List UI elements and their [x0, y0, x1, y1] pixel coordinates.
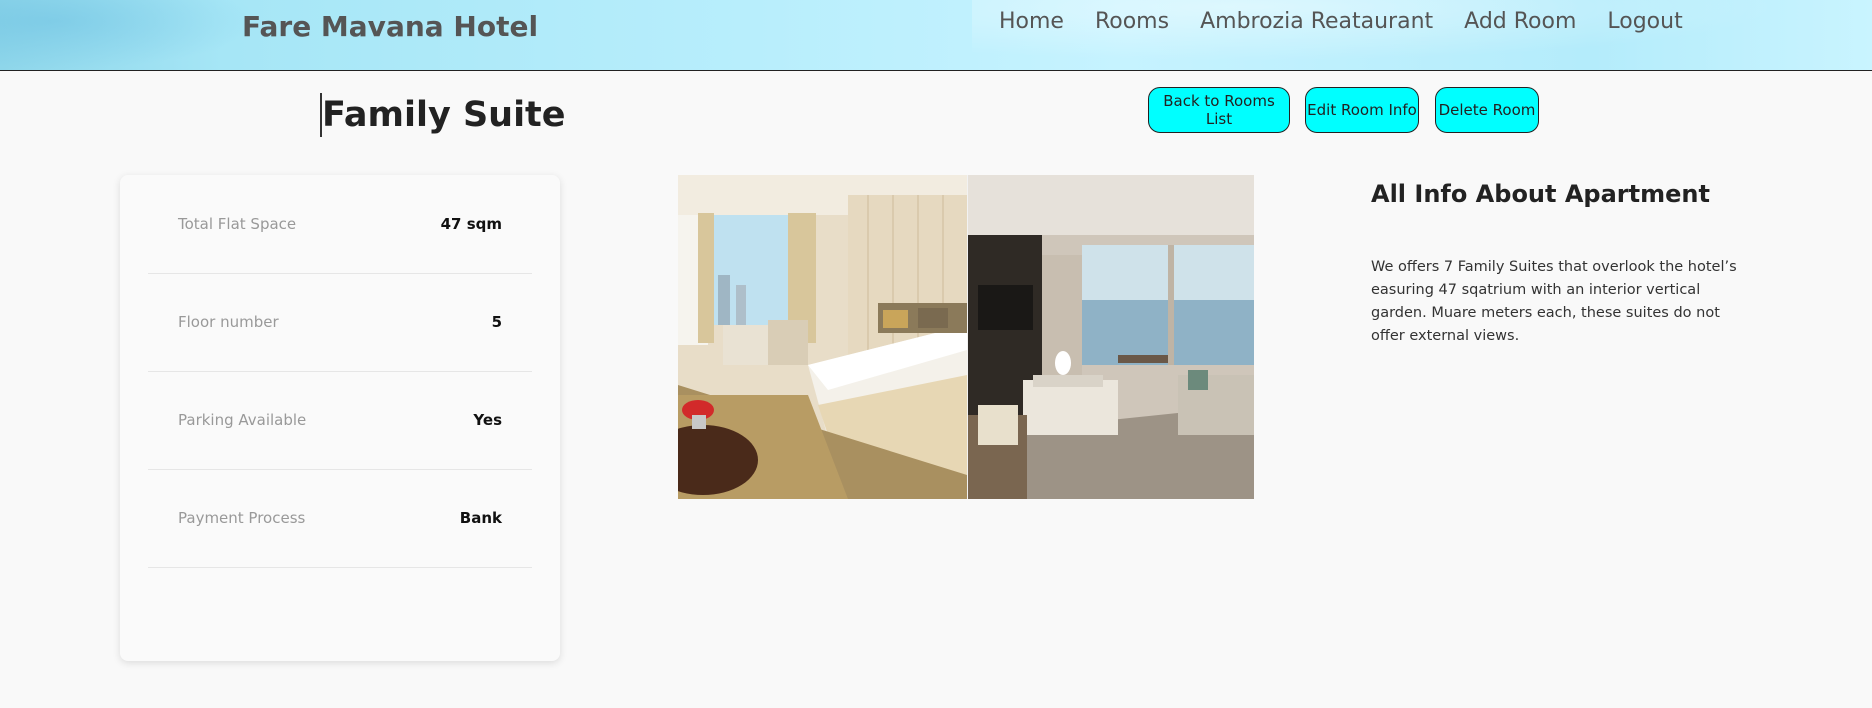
delete-room-button[interactable]: Delete Room	[1435, 87, 1539, 133]
detail-value: Bank	[459, 509, 502, 527]
detail-row: Payment Process Bank	[148, 469, 532, 568]
room-details-card: Total Flat Space 47 sqm Floor number 5 P…	[120, 175, 560, 661]
top-navbar: Fare Mavana Hotel Home Rooms Ambrozia Re…	[0, 0, 1872, 71]
info-heading: All Info About Apartment	[1371, 180, 1710, 208]
detail-row: Floor number 5	[148, 273, 532, 372]
nav-add-room[interactable]: Add Room	[1464, 9, 1576, 35]
hotel-brand[interactable]: Fare Mavana Hotel	[242, 10, 538, 43]
detail-value: Yes	[473, 411, 502, 429]
detail-row: Total Flat Space 47 sqm	[148, 175, 532, 274]
edit-room-button[interactable]: Edit Room Info	[1305, 87, 1419, 133]
room-photo	[678, 175, 1254, 499]
detail-label: Total Flat Space	[178, 215, 297, 233]
nav-restaurant[interactable]: Ambrozia Reataurant	[1200, 9, 1433, 35]
info-description: We offers 7 Family Suites that overlook …	[1371, 259, 1737, 344]
nav-rooms[interactable]: Rooms	[1095, 9, 1169, 35]
detail-label: Payment Process	[178, 509, 306, 527]
main-nav: Home Rooms Ambrozia Reataurant Add Room …	[999, 9, 1714, 35]
detail-value: 5	[491, 313, 502, 331]
detail-value: 47 sqm	[440, 215, 502, 233]
detail-label: Floor number	[178, 313, 279, 331]
nav-home[interactable]: Home	[999, 9, 1064, 35]
room-photo-illustration	[678, 175, 1254, 499]
page-title: Family Suite	[320, 93, 566, 137]
detail-label: Parking Available	[178, 411, 307, 429]
nav-logout[interactable]: Logout	[1607, 9, 1682, 35]
detail-row: Parking Available Yes	[148, 371, 532, 470]
back-to-rooms-button[interactable]: Back to Rooms List	[1148, 87, 1290, 133]
